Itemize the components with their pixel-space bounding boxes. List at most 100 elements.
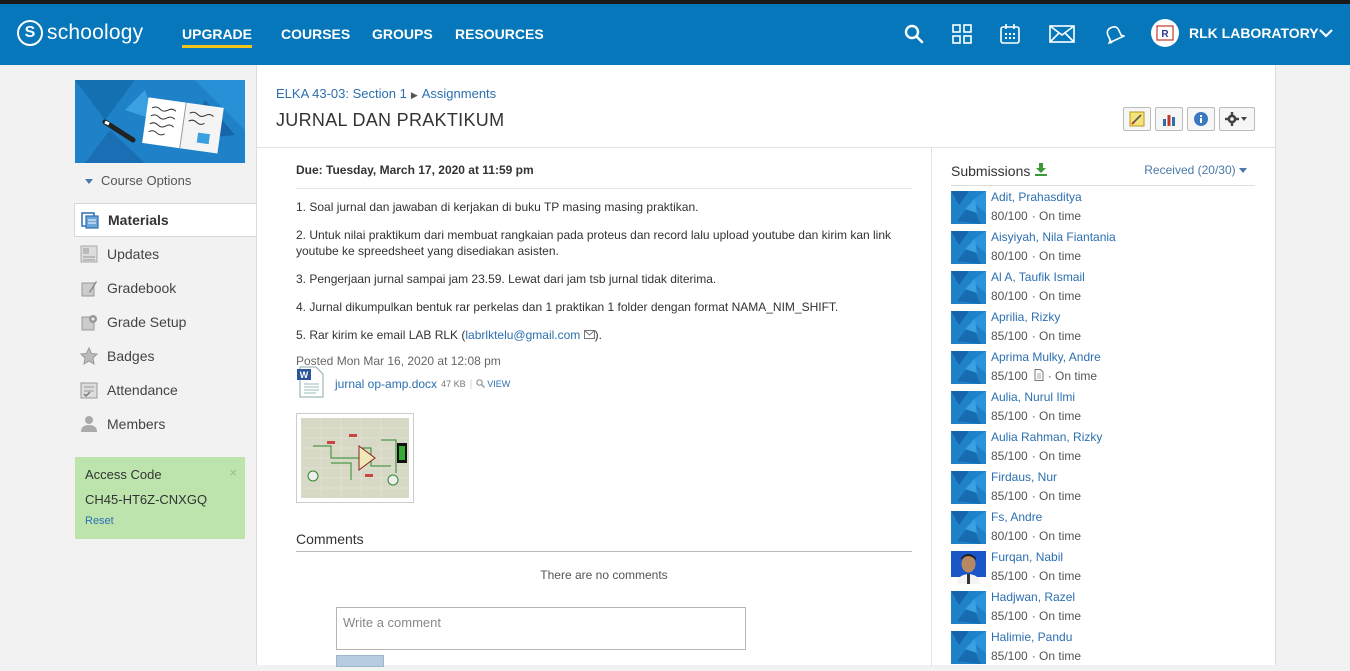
column-divider [931, 147, 932, 667]
document-icon[interactable] [1034, 369, 1044, 384]
grade-value: 80/100 [991, 249, 1028, 263]
nav-groups[interactable]: GROUPS [372, 24, 433, 44]
comment-input[interactable]: Write a comment [336, 607, 746, 650]
course-banner-image[interactable] [75, 80, 245, 163]
student-name-link[interactable]: Fs, Andre [991, 510, 1042, 524]
attachment-file-size: 47 KB [441, 379, 466, 389]
instruction-5-suffix: ). [594, 328, 602, 342]
envelope-icon[interactable] [583, 328, 595, 342]
submission-row[interactable]: Hadjwan, Razel 85/100 · On time [951, 590, 1255, 631]
student-grade-status: 85/100 · On time [991, 649, 1081, 663]
submission-row[interactable]: Aisyiyah, Nila Fiantania 80/100 · On time [951, 230, 1255, 271]
comments-heading: Comments [296, 531, 364, 547]
submission-row[interactable]: Aulia, Nurul Ilmi 85/100 · On time [951, 390, 1255, 431]
student-name-link[interactable]: Aisyiyah, Nila Fiantania [991, 230, 1116, 244]
student-name-link[interactable]: Adit, Prahasditya [991, 190, 1082, 204]
default-avatar-icon[interactable] [951, 391, 986, 424]
circuit-image-thumbnail[interactable] [296, 413, 414, 503]
student-name-link[interactable]: Aprilia, Rizky [991, 310, 1060, 324]
sidebar-item-badges[interactable]: Badges [74, 339, 256, 373]
submission-status: · On time [1031, 449, 1082, 463]
student-name-link[interactable]: Halimie, Pandu [991, 630, 1072, 644]
search-icon[interactable] [900, 20, 928, 48]
course-options-dropdown[interactable]: Course Options [85, 173, 191, 188]
breadcrumb-section-link[interactable]: Assignments [422, 86, 496, 101]
submission-status: · On time [1031, 609, 1082, 623]
submission-row[interactable]: Aulia Rahman, Rizky 85/100 · On time [951, 430, 1255, 471]
submission-row[interactable]: Furqan, Nabil 85/100 · On time [951, 550, 1255, 591]
sidebar-item-attendance[interactable]: Attendance [74, 373, 256, 407]
close-icon[interactable]: × [229, 465, 237, 480]
submission-row[interactable]: Aprilia, Rizky 85/100 · On time [951, 310, 1255, 351]
sidebar-item-updates[interactable]: Updates [74, 237, 256, 271]
user-name[interactable]: RLK LABORATORY [1189, 25, 1319, 41]
default-avatar-icon[interactable] [951, 591, 986, 624]
sidebar-item-materials[interactable]: Materials [74, 203, 256, 237]
received-filter-dropdown[interactable]: Received (20/30) [1144, 163, 1247, 177]
post-comment-button[interactable] [336, 655, 384, 667]
nav-courses[interactable]: COURSES [281, 24, 350, 44]
submission-status: · On time [1031, 289, 1082, 303]
gradebook-icon [79, 278, 99, 298]
default-avatar-icon[interactable] [951, 231, 986, 264]
submission-status: · On time [1031, 529, 1082, 543]
default-avatar-icon[interactable] [951, 631, 986, 664]
sidebar-item-label: Members [107, 416, 166, 432]
instruction-3: 3. Pengerjaan jurnal sampai jam 23.59. L… [296, 272, 717, 286]
submission-row[interactable]: Aprima Mulky, Andre 85/100 · On time [951, 350, 1255, 391]
submission-row[interactable]: Adit, Prahasditya 80/100 · On time [951, 190, 1255, 231]
email-link[interactable]: labrlktelu@gmail.com [465, 328, 580, 342]
nav-upgrade[interactable]: UPGRADE [182, 24, 253, 48]
user-avatar[interactable]: R [1151, 19, 1179, 47]
nav-resources[interactable]: RESOURCES [455, 24, 544, 44]
student-name-link[interactable]: Firdaus, Nur [991, 470, 1057, 484]
default-avatar-icon[interactable] [951, 191, 986, 224]
breadcrumb-course-link[interactable]: ELKA 43-03: Section 1 [276, 86, 407, 101]
stats-tool-button[interactable] [1155, 107, 1183, 131]
settings-gear-button[interactable] [1219, 107, 1255, 131]
sidebar-item-members[interactable]: Members [74, 407, 256, 441]
mail-icon[interactable] [1048, 20, 1076, 48]
sidebar-item-grade-setup[interactable]: Grade Setup [74, 305, 256, 339]
instruction-5: 5. Rar kirim ke email LAB RLK (labrlktel… [296, 327, 912, 343]
submission-row[interactable]: Fs, Andre 80/100 · On time [951, 510, 1255, 551]
student-photo-avatar[interactable] [951, 551, 986, 584]
magnifier-icon[interactable] [476, 375, 486, 393]
grade-tool-button[interactable] [1123, 107, 1151, 131]
student-name-link[interactable]: Furqan, Nabil [991, 550, 1063, 564]
badge-icon [79, 346, 99, 366]
download-icon[interactable] [1034, 163, 1048, 179]
student-name-link[interactable]: Aulia, Nurul Ilmi [991, 390, 1075, 404]
submissions-heading: Submissions [951, 163, 1048, 179]
submission-row[interactable]: Firdaus, Nur 85/100 · On time [951, 470, 1255, 511]
word-document-icon: W [296, 366, 326, 403]
default-avatar-icon[interactable] [951, 351, 986, 384]
apps-grid-icon[interactable] [948, 20, 976, 48]
chevron-down-icon[interactable] [1318, 26, 1334, 44]
default-avatar-icon[interactable] [951, 511, 986, 544]
caret-down-icon [1239, 163, 1247, 177]
default-avatar-icon[interactable] [951, 271, 986, 304]
default-avatar-icon[interactable] [951, 471, 986, 504]
instruction-2: 2. Untuk nilai praktikum dari membuat ra… [296, 228, 892, 258]
default-avatar-icon[interactable] [951, 431, 986, 464]
sidebar-item-gradebook[interactable]: Gradebook [74, 271, 256, 305]
bell-icon[interactable] [1100, 20, 1128, 48]
comments-divider [296, 551, 912, 552]
student-name-link[interactable]: Aulia Rahman, Rizky [991, 430, 1102, 444]
schoology-logo[interactable]: S schoology [17, 18, 143, 48]
attachment-view-link[interactable]: VIEW [487, 379, 510, 389]
attendance-icon [79, 380, 99, 400]
student-name-link[interactable]: Hadjwan, Razel [991, 590, 1075, 604]
access-code-reset-link[interactable]: Reset [85, 515, 235, 527]
student-name-link[interactable]: Aprima Mulky, Andre [991, 350, 1101, 364]
attachment-file-link[interactable]: jurnal op-amp.docx [335, 377, 437, 391]
grade-value: 85/100 [991, 449, 1028, 463]
submission-row[interactable]: Halimie, Pandu 85/100 · On time [951, 630, 1255, 671]
calendar-icon[interactable] [996, 20, 1024, 48]
student-name-link[interactable]: Al A, Taufik Ismail [991, 270, 1085, 284]
submission-row[interactable]: Al A, Taufik Ismail 80/100 · On time [951, 270, 1255, 311]
info-tool-button[interactable] [1187, 107, 1215, 131]
default-avatar-icon[interactable] [951, 311, 986, 344]
student-grade-status: 85/100 · On time [991, 489, 1081, 503]
